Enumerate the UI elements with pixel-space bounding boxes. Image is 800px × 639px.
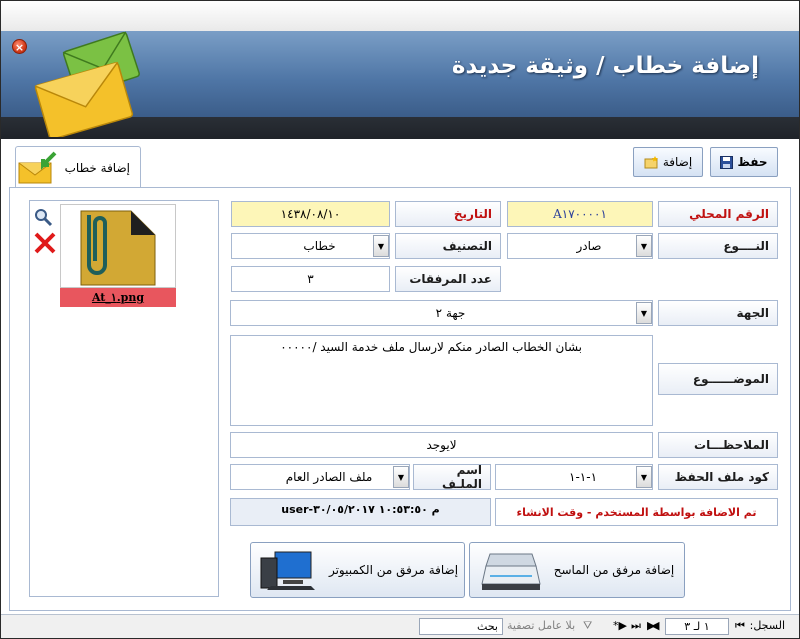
new-record-icon[interactable]: ▶* (613, 619, 627, 632)
add-from-computer-button[interactable]: إضافة مرفق من الكمبيوتر (250, 542, 465, 598)
filter-icon: ⛛ (583, 619, 593, 632)
chevron-down-icon[interactable]: ▼ (393, 466, 409, 488)
classification-value: خطاب (303, 239, 336, 253)
delete-icon[interactable] (33, 231, 57, 255)
subject-label: الموضــــــوع (658, 363, 778, 395)
first-record-icon[interactable]: ⏮ (735, 619, 745, 633)
add-button[interactable]: إضافة (633, 147, 703, 177)
date-label: التاريخ (395, 201, 501, 227)
add-button-label: إضافة (662, 155, 693, 169)
date-field[interactable]: ١٤٣٨/٠٨/١٠ (231, 201, 390, 227)
file-name-select[interactable]: ملف الصادر العام ▼ (230, 464, 410, 490)
type-value: صادر (576, 239, 602, 253)
created-by-label: تم الاضافة بواسطة المستخدم - وقت الانشاء (495, 498, 778, 526)
notes-label: الملاحظـــات (658, 432, 778, 458)
scanner-icon (481, 553, 541, 590)
entity-label: الجهة (658, 300, 778, 326)
file-code-label: كود ملف الحفظ (658, 464, 778, 490)
add-from-computer-label: إضافة مرفق من الكمبيوتر (328, 563, 459, 577)
add-from-scanner-button[interactable]: إضافة مرفق من الماسح (469, 542, 685, 598)
attachment-thumbnail[interactable] (60, 204, 176, 288)
file-name-label: اسم الملـف (413, 463, 491, 491)
form-window: × إضافة خطاب / وثيقة جديدة حفظ إضافة إضا… (0, 0, 800, 639)
file-name-value: ملف الصادر العام (285, 470, 373, 484)
created-by-value: user-م ١٠:٥٣:٥٠ ٣٠/٠٥/٢٠١٧ (230, 498, 491, 526)
close-icon[interactable]: × (12, 39, 27, 54)
chevron-down-icon[interactable]: ▼ (373, 235, 389, 257)
local-number-label: الرقم المحلي (658, 201, 778, 227)
envelope-logo-icon (34, 31, 140, 137)
chevron-down-icon[interactable]: ▼ (636, 466, 652, 488)
envelope-arrow-icon (18, 151, 57, 183)
local-number-field[interactable]: A١٧٠٠٠٠١ (507, 201, 653, 227)
save-button[interactable]: حفظ (710, 147, 778, 177)
zoom-icon[interactable] (33, 207, 53, 227)
subject-textarea[interactable]: بشان الخطاب الصادر منكم لارسال ملف خدمة … (230, 335, 653, 426)
attachment-file-name[interactable]: At_١.png (60, 288, 176, 307)
file-code-value: ١-١-١ (568, 470, 598, 484)
tab-add-letter[interactable]: إضافة خطاب (15, 146, 141, 188)
chevron-down-icon[interactable]: ▼ (636, 235, 652, 257)
type-select[interactable]: صادر ▼ (507, 233, 653, 259)
entity-select[interactable]: جهة ٢ ▼ (230, 300, 653, 326)
filter-label[interactable]: بلا عامل تصفية (507, 619, 575, 632)
next-record-icon[interactable]: ▶ (647, 619, 655, 632)
classification-select[interactable]: خطاب ▼ (231, 233, 390, 259)
record-navigator: السجل: ⏮ ◀ ١ لـ ٣ ▶ ⏭ ▶* بلا عامل تصفية … (1, 614, 799, 638)
chevron-down-icon[interactable]: ▼ (636, 302, 652, 324)
attachments-count-field[interactable]: ٣ (231, 266, 390, 292)
record-label: السجل: (749, 619, 785, 632)
file-clip-icon (80, 210, 156, 286)
page-title: إضافة خطاب / وثيقة جديدة (451, 53, 759, 79)
new-document-icon (644, 155, 658, 168)
type-label: النــــوع (658, 233, 778, 259)
save-button-label: حفظ (737, 155, 768, 169)
search-field[interactable]: بحث (419, 618, 503, 635)
floppy-disk-icon (720, 155, 734, 169)
tab-add-letter-label: إضافة خطاب (64, 160, 130, 175)
record-position[interactable]: ١ لـ ٣ (665, 618, 729, 635)
attachments-count-label: عدد المرفقات (395, 266, 501, 292)
last-record-icon[interactable]: ⏭ (631, 619, 641, 633)
file-code-select[interactable]: ١-١-١ ▼ (495, 464, 653, 490)
notes-field[interactable]: لايوجد (230, 432, 653, 458)
add-from-scanner-label: إضافة مرفق من الماسح (553, 563, 675, 577)
computer-icon (260, 551, 315, 590)
classification-label: التصنيف (395, 233, 501, 259)
entity-value: جهة ٢ (435, 306, 466, 320)
